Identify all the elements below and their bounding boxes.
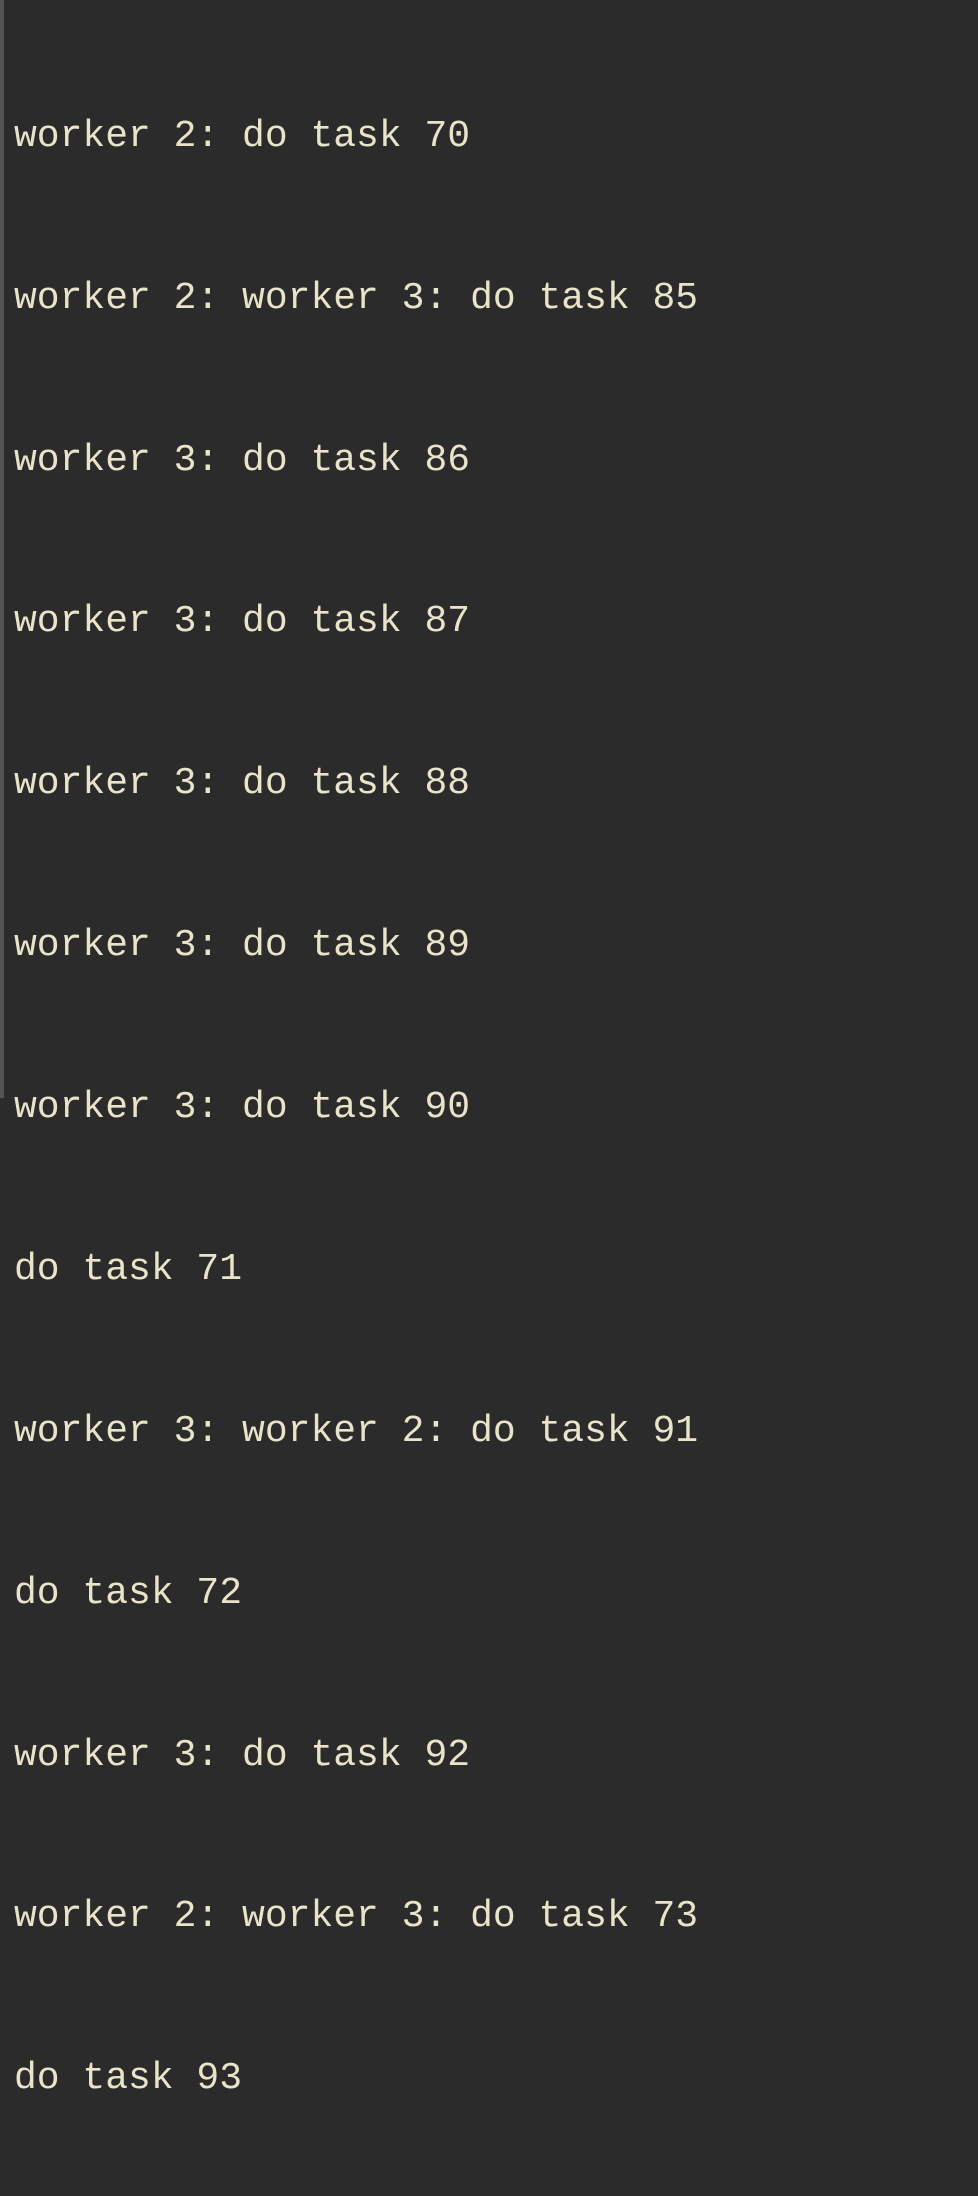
log-line: worker 2: do task 70 — [14, 110, 978, 164]
log-line: worker 3: worker 2: do task 91 — [14, 1405, 978, 1459]
terminal-output[interactable]: worker 2: do task 70 worker 2: worker 3:… — [14, 2, 978, 2196]
log-line: worker 3: do task 87 — [14, 595, 978, 649]
log-line: worker 3: do task 90 — [14, 1081, 978, 1135]
log-line: do task 71 — [14, 1243, 978, 1297]
log-line: do task 72 — [14, 1567, 978, 1621]
log-line: worker 3: do task 88 — [14, 757, 978, 811]
log-line: worker 3: do task 92 — [14, 1729, 978, 1783]
log-line: worker 2: worker 3: do task 85 — [14, 272, 978, 326]
log-line: worker 2: worker 3: do task 73 — [14, 1890, 978, 1944]
log-line: worker 3: do task 86 — [14, 434, 978, 488]
log-line: do task 93 — [14, 2052, 978, 2106]
log-line: worker 3: do task 89 — [14, 919, 978, 973]
